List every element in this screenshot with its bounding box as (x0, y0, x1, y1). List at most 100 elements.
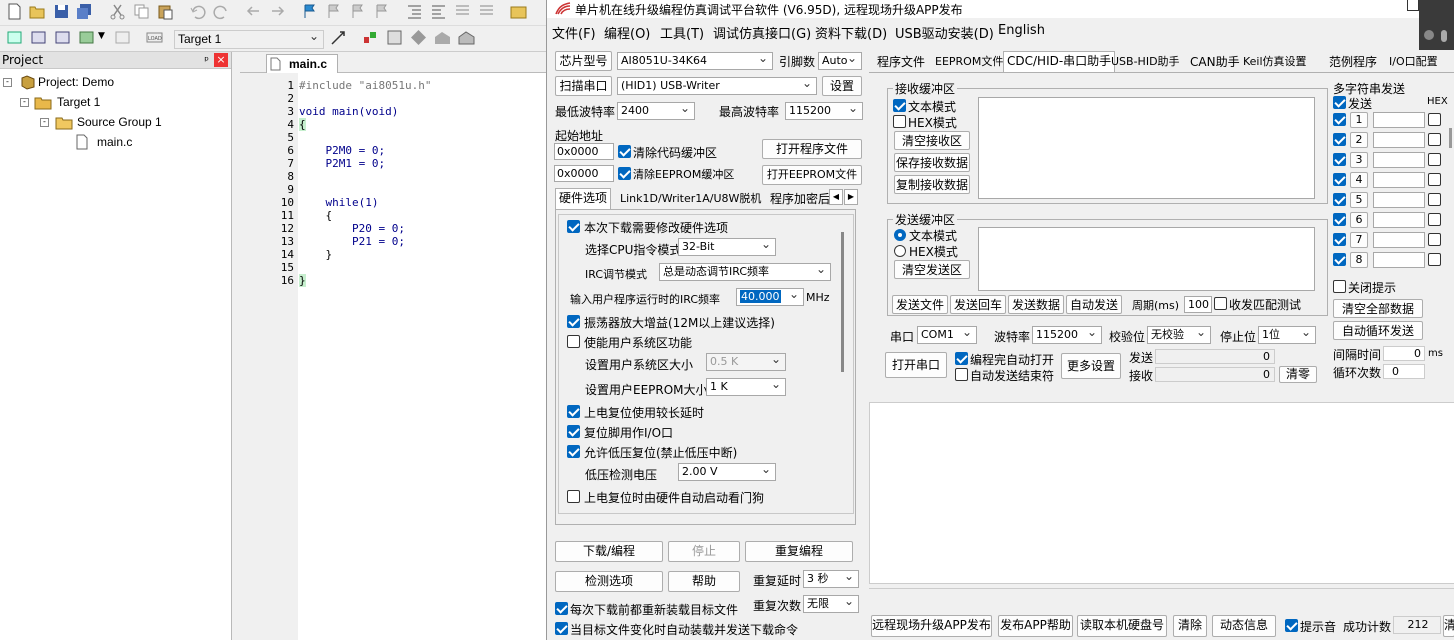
close-hint-checkbox[interactable] (1333, 280, 1346, 293)
menu-item-5[interactable]: USB驱动安装(D) (895, 23, 994, 42)
match-test-checkbox[interactable] (1214, 297, 1227, 310)
menu-item-1[interactable]: 编程(O) (604, 23, 650, 42)
port-select[interactable]: (HID1) USB-Writer (617, 77, 817, 95)
select-software-packs-icon[interactable] (458, 29, 475, 46)
multi-row-hex-checkbox[interactable] (1428, 213, 1441, 226)
multi-row-checkbox[interactable] (1333, 133, 1346, 146)
multi-row-input[interactable] (1373, 252, 1425, 268)
batch-dropdown-icon[interactable]: ▼ (98, 31, 105, 41)
batch-build-icon[interactable] (78, 29, 95, 46)
comment-icon[interactable] (454, 3, 471, 20)
tab-encrypt[interactable]: 程序加密后 (767, 190, 833, 208)
clear-code-checkbox[interactable] (618, 145, 631, 158)
indent-icon[interactable] (406, 3, 423, 20)
clear-info-button[interactable]: 清除 (1173, 615, 1207, 637)
paste-icon[interactable] (157, 3, 174, 20)
code-line[interactable]: #include "ai8051u.h" (299, 79, 431, 92)
eeprom-addr-input[interactable]: 0x0000 (554, 165, 614, 182)
bookmark-icon[interactable] (301, 3, 318, 20)
tree-file-main-c[interactable]: main.c (97, 135, 132, 149)
rebuild-icon[interactable] (54, 29, 71, 46)
com-select[interactable]: COM1 (917, 326, 977, 344)
lvd-select[interactable]: 2.00 V (678, 463, 776, 481)
multi-row-hex-checkbox[interactable] (1428, 253, 1441, 266)
send-textarea[interactable] (978, 227, 1315, 291)
code-line[interactable]: { (299, 209, 332, 222)
hw-scrollbar[interactable] (841, 232, 844, 372)
multi-row-input[interactable] (1373, 232, 1425, 248)
chip-model-select[interactable]: AI8051U-34K64 (617, 52, 773, 70)
target-options-icon[interactable] (330, 29, 347, 46)
new-file-icon[interactable] (6, 3, 23, 20)
remote-publish-button[interactable]: 远程现场升级APP发布 (871, 615, 992, 637)
maximize-icon[interactable] (1407, 0, 1419, 11)
load-icon[interactable]: LOAD (146, 29, 163, 46)
multi-row-send-button[interactable]: 4 (1350, 172, 1368, 188)
nav-back-icon[interactable] (245, 3, 262, 20)
tab-hw-options[interactable]: 硬件选项 (555, 188, 612, 209)
multi-row-hex-checkbox[interactable] (1428, 153, 1441, 166)
more-settings-button[interactable]: 更多设置 (1061, 353, 1121, 379)
code-line[interactable]: { (299, 118, 306, 131)
right-tab-1[interactable]: EEPROM文件 (932, 53, 1006, 71)
repeat-count-select[interactable]: 无限 (803, 595, 859, 613)
file-extensions-icon[interactable] (386, 29, 403, 46)
pack-installer-icon[interactable] (434, 29, 451, 46)
send-file-button[interactable]: 发送文件 (892, 295, 948, 314)
help-button[interactable]: 帮助 (668, 571, 740, 592)
multi-row-checkbox[interactable] (1333, 113, 1346, 126)
reload-checkbox[interactable] (555, 602, 568, 615)
user-sys-checkbox[interactable] (567, 335, 580, 348)
open-port-button[interactable]: 打开串口 (885, 352, 947, 378)
build-icon[interactable] (30, 29, 47, 46)
clear-success-button[interactable]: 清零 (1443, 615, 1454, 637)
recv-textarea[interactable] (978, 97, 1315, 199)
multi-row-checkbox[interactable] (1333, 253, 1346, 266)
close-icon[interactable]: × (214, 53, 228, 67)
manage-components-icon[interactable] (362, 29, 379, 46)
code-line[interactable]: P21 = 0; (299, 235, 405, 248)
multi-row-checkbox[interactable] (1333, 153, 1346, 166)
tree-target[interactable]: Target 1 (57, 95, 100, 109)
panel-splitter[interactable] (232, 52, 240, 640)
collapse-target-icon[interactable]: - (20, 98, 29, 107)
recv-hex-mode-checkbox[interactable] (893, 115, 906, 128)
auto-close-checkbox[interactable] (955, 368, 968, 381)
redo-icon[interactable] (213, 3, 230, 20)
download-button[interactable]: 下载/编程 (555, 541, 663, 562)
multi-row-send-button[interactable]: 3 (1350, 152, 1368, 168)
code-line[interactable]: while(1) (299, 196, 378, 209)
reprogram-button[interactable]: 重复编程 (745, 541, 853, 562)
osc-gain-checkbox[interactable] (567, 315, 580, 328)
dynamic-info-button[interactable]: 动态信息 (1212, 615, 1276, 637)
auto-open-checkbox[interactable] (955, 352, 968, 365)
tab-scroll-left-icon[interactable]: ◀ (829, 189, 843, 205)
cpu-mode-select[interactable]: 32-Bit (678, 238, 776, 256)
code-line[interactable]: P20 = 0; (299, 222, 405, 235)
right-tab-3[interactable]: USB-HID助手 (1108, 53, 1183, 71)
right-tab-6[interactable]: 范例程序 (1326, 53, 1380, 71)
cut-icon[interactable] (109, 3, 126, 20)
unindent-icon[interactable] (430, 3, 447, 20)
collapse-group-icon[interactable]: - (40, 118, 49, 127)
code-line[interactable]: void main(void) (299, 105, 398, 118)
multi-row-send-button[interactable]: 1 (1350, 112, 1368, 128)
open-eeprom-button[interactable]: 打开EEPROM文件 (762, 165, 862, 185)
parity-select[interactable]: 无校验 (1147, 326, 1211, 344)
clear-eeprom-checkbox[interactable] (618, 167, 631, 180)
send-data-button[interactable]: 发送数据 (1008, 295, 1064, 314)
code-line[interactable]: } (299, 248, 332, 261)
nav-forward-icon[interactable] (269, 3, 286, 20)
multi-row-hex-checkbox[interactable] (1428, 133, 1441, 146)
multi-row-checkbox[interactable] (1333, 173, 1346, 186)
menu-item-6[interactable]: English (998, 23, 1045, 38)
publish-help-button[interactable]: 发布APP帮助 (998, 615, 1073, 637)
settings-button[interactable]: 设置 (822, 76, 862, 96)
multi-scrollbar[interactable] (1449, 128, 1452, 148)
clear-send-button[interactable]: 清空发送区 (894, 260, 970, 279)
multi-send-all-checkbox[interactable] (1333, 96, 1346, 109)
multi-row-send-button[interactable]: 2 (1350, 132, 1368, 148)
baud-select[interactable]: 115200 (1032, 326, 1102, 344)
loop-input[interactable]: 0 (1383, 364, 1425, 379)
period-input[interactable]: 100 (1184, 296, 1212, 313)
